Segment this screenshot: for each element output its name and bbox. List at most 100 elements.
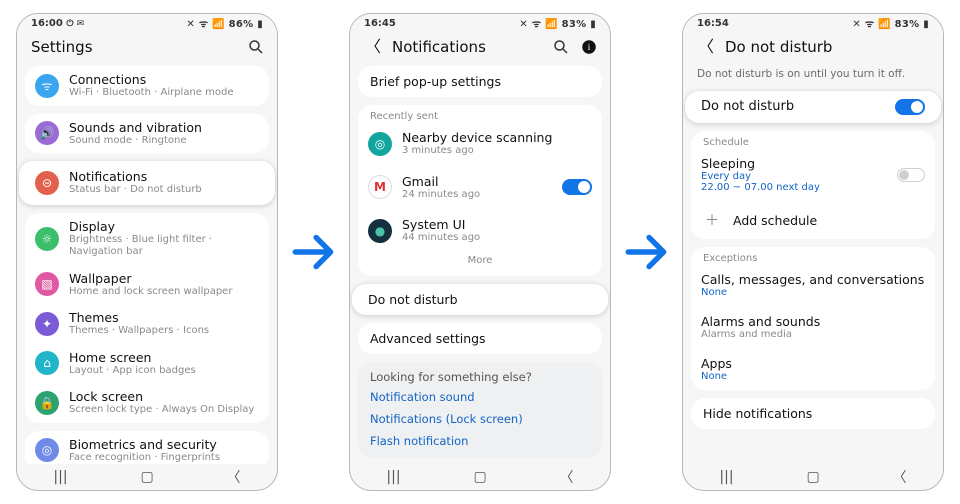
item-label: Do not disturb	[368, 292, 592, 307]
dnd-master-toggle[interactable]	[895, 99, 925, 115]
nav-back-icon[interactable]: 〈	[227, 467, 241, 487]
hide-notifications-card[interactable]: Hide notifications	[691, 398, 935, 429]
plus-icon: ＋	[701, 209, 723, 231]
item-sub: Home and lock screen wallpaper	[69, 286, 259, 299]
settings-item-connections[interactable]: ᯤ Connections Wi-Fi · Bluetooth · Airpla…	[25, 66, 269, 106]
gmail-icon: M	[368, 175, 392, 199]
status-indicators: ✕ ᯤ 📶 83% ▮	[519, 16, 596, 30]
nav-recents-icon[interactable]: |||	[53, 469, 67, 485]
settings-item-display[interactable]: ☼ Display Brightness · Blue light filter…	[25, 213, 269, 265]
item-label: Lock screen	[69, 389, 259, 404]
item-label: Gmail	[402, 174, 552, 189]
recent-app-nearby[interactable]: ◎ Nearby device scanning 3 minutes ago	[358, 122, 602, 166]
brief-popup-card[interactable]: Brief pop-up settings	[358, 66, 602, 97]
flow-arrow-icon	[618, 227, 676, 277]
wifi-icon: ᯤ	[35, 74, 59, 98]
settings-item-home-screen[interactable]: ⌂ Home screen Layout · App icon badges	[25, 344, 269, 384]
item-sub: Sound mode · Ringtone	[69, 135, 259, 148]
item-sub: 44 minutes ago	[402, 232, 592, 245]
search-icon[interactable]	[247, 38, 265, 56]
item-label: Biometrics and security	[69, 437, 259, 452]
item-sub: Themes · Wallpapers · Icons	[69, 325, 259, 338]
looking-for-block: Looking for something else? Notification…	[358, 362, 602, 458]
item-label: Notifications	[69, 169, 259, 184]
status-time: 16:00 ⏻ ✉	[31, 18, 84, 29]
recently-sent-label: Recently sent	[358, 105, 602, 122]
nearby-icon: ◎	[368, 132, 392, 156]
wallpaper-icon: ▧	[35, 272, 59, 296]
back-icon[interactable]: 〈	[364, 38, 382, 56]
item-label: Sounds and vibration	[69, 120, 259, 135]
notifications-list: Brief pop-up settings Recently sent ◎ Ne…	[350, 66, 610, 464]
item-label: Alarms and sounds	[701, 314, 925, 329]
themes-icon: ✦	[35, 312, 59, 336]
page-title: Notifications	[392, 38, 542, 56]
nav-bar: ||| ▢ 〈	[17, 464, 277, 490]
item-sub: Layout · App icon badges	[69, 365, 259, 378]
status-indicators: ✕ ᯤ 📶 86% ▮	[186, 16, 263, 30]
item-sub: Wi-Fi · Bluetooth · Airplane mode	[69, 87, 259, 100]
schedule-sleeping[interactable]: Sleeping Every day 22.00 ~ 07.00 next da…	[691, 148, 935, 201]
recent-app-systemui[interactable]: ● System UI 44 minutes ago	[358, 209, 602, 253]
nav-back-icon[interactable]: 〈	[893, 467, 907, 487]
status-time: 16:54	[697, 18, 729, 29]
phone-notifications: 16:45 ✕ ᯤ 📶 83% ▮ 〈 Notifications i Brie…	[349, 13, 611, 491]
hide-notifications-label: Hide notifications	[691, 398, 935, 429]
status-time: 16:45	[364, 18, 396, 29]
settings-item-sounds[interactable]: 🔊 Sounds and vibration Sound mode · Ring…	[25, 114, 269, 154]
biometrics-icon: ◎	[35, 438, 59, 462]
schedule-card: Schedule Sleeping Every day 22.00 ~ 07.0…	[691, 131, 935, 239]
dnd-master-toggle-row[interactable]: Do not disturb	[685, 91, 941, 123]
nav-home-icon[interactable]: ▢	[473, 469, 486, 485]
nav-home-icon[interactable]: ▢	[140, 469, 153, 485]
flow-arrow-icon	[285, 227, 343, 277]
recently-sent-card: Recently sent ◎ Nearby device scanning 3…	[358, 105, 602, 276]
recent-app-gmail[interactable]: M Gmail 24 minutes ago	[358, 166, 602, 210]
settings-group-2: 🔊 Sounds and vibration Sound mode · Ring…	[25, 114, 269, 154]
do-not-disturb-item[interactable]: Do not disturb	[352, 284, 608, 315]
exception-calls[interactable]: Calls, messages, and conversations None	[691, 264, 935, 306]
nav-home-icon[interactable]: ▢	[806, 469, 819, 485]
settings-item-biometrics[interactable]: ◎ Biometrics and security Face recogniti…	[25, 431, 269, 465]
settings-item-themes[interactable]: ✦ Themes Themes · Wallpapers · Icons	[25, 304, 269, 344]
nav-recents-icon[interactable]: |||	[386, 469, 400, 485]
item-label: Add schedule	[733, 213, 817, 228]
item-sub: Screen lock type · Always On Display	[69, 404, 259, 417]
link-flash-notification[interactable]: Flash notification	[358, 430, 602, 452]
search-icon[interactable]	[552, 38, 570, 56]
link-notification-sound[interactable]: Notification sound	[358, 386, 602, 408]
nav-bar: ||| ▢ 〈	[350, 464, 610, 490]
add-schedule[interactable]: ＋ Add schedule	[691, 201, 935, 239]
looking-for-label: Looking for something else?	[358, 368, 602, 386]
nav-bar: ||| ▢ 〈	[683, 464, 943, 490]
brief-popup-label: Brief pop-up settings	[358, 66, 602, 97]
header: Settings	[17, 32, 277, 66]
status-bar: 16:54 ✕ ᯤ 📶 83% ▮	[683, 14, 943, 32]
phone-settings: 16:00 ⏻ ✉ ✕ ᯤ 📶 86% ▮ Settings ᯤ Connect…	[16, 13, 278, 491]
item-label: Nearby device scanning	[402, 130, 592, 145]
settings-group-4: ◎ Biometrics and security Face recogniti…	[25, 431, 269, 465]
more-button[interactable]: More	[358, 253, 602, 274]
settings-item-notifications[interactable]: ⊝ Notifications Status bar · Do not dist…	[19, 161, 275, 205]
item-label: Apps	[701, 356, 925, 371]
nav-back-icon[interactable]: 〈	[560, 467, 574, 487]
settings-item-wallpaper[interactable]: ▧ Wallpaper Home and lock screen wallpap…	[25, 265, 269, 305]
item-sub1: Every day	[701, 171, 887, 182]
link-notifications-lockscreen[interactable]: Notifications (Lock screen)	[358, 408, 602, 430]
item-sub: Status bar · Do not disturb	[69, 184, 259, 197]
phone-dnd: 16:54 ✕ ᯤ 📶 83% ▮ 〈 Do not disturb Do no…	[682, 13, 944, 491]
item-sub: Brightness · Blue light filter · Navigat…	[69, 234, 259, 259]
back-icon[interactable]: 〈	[697, 38, 715, 56]
status-bar: 16:00 ⏻ ✉ ✕ ᯤ 📶 86% ▮	[17, 14, 277, 32]
settings-item-lock-screen[interactable]: 🔒 Lock screen Screen lock type · Always …	[25, 383, 269, 423]
page-title: Do not disturb	[725, 38, 931, 56]
sleeping-toggle[interactable]	[897, 168, 925, 182]
advanced-settings-card[interactable]: Advanced settings	[358, 323, 602, 354]
dnd-master-label: Do not disturb	[701, 99, 885, 115]
info-icon[interactable]: i	[580, 38, 598, 56]
exception-apps[interactable]: Apps None	[691, 348, 935, 390]
item-label: Display	[69, 219, 259, 234]
gmail-toggle[interactable]	[562, 179, 592, 195]
nav-recents-icon[interactable]: |||	[719, 469, 733, 485]
exception-alarms[interactable]: Alarms and sounds Alarms and media	[691, 306, 935, 348]
